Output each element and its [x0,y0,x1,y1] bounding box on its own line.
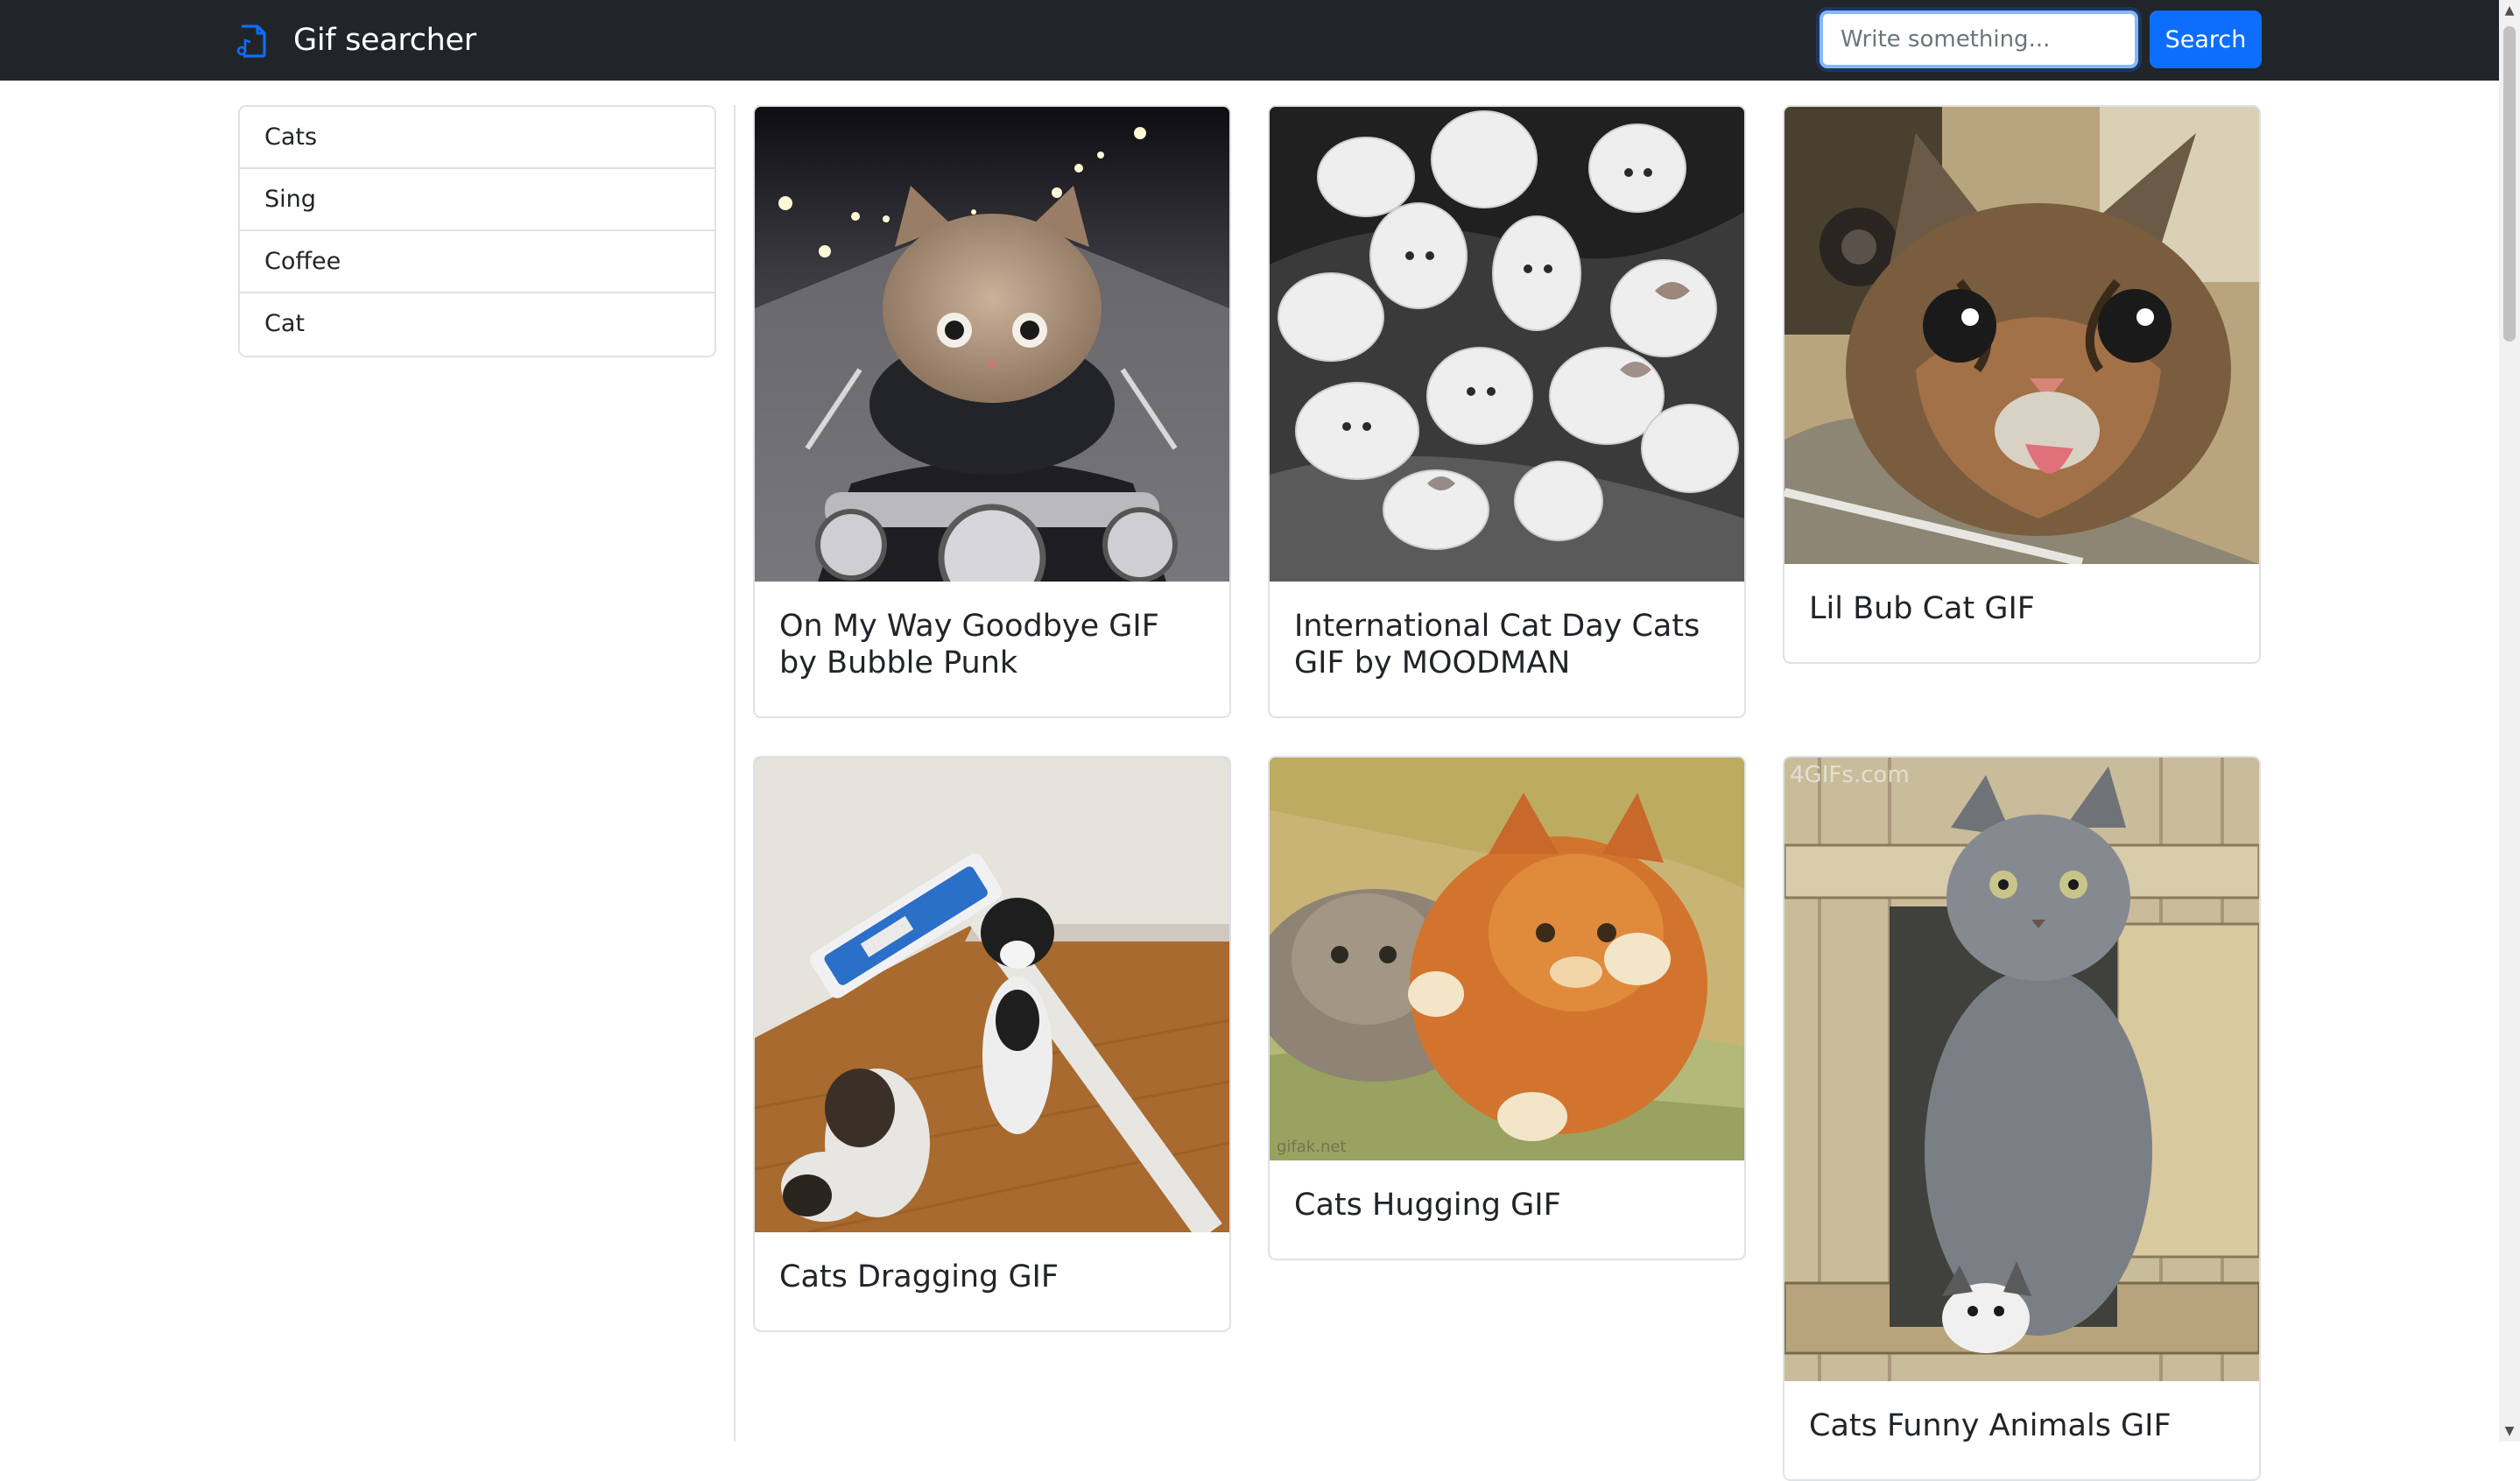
gif-image[interactable] [1270,107,1744,582]
gif-title: On My Way Goodbye GIF by Bubble Punk [779,609,1159,681]
gif-image[interactable] [755,107,1229,582]
scroll-thumb[interactable] [2503,26,2516,342]
app-title[interactable]: Gif searcher [293,19,476,61]
sidebar-item-coffee[interactable]: Coffee [240,231,714,293]
gif-title: Cats Funny Animals GIF [1809,1408,2172,1443]
gif-image[interactable]: gifak.net [1270,758,1744,1160]
gif-title: Cats Hugging GIF [1294,1188,1561,1223]
scrollbar[interactable]: ▲ ▼ [2499,0,2520,1442]
search-history-list: Cats Sing Coffee Cat [238,105,716,357]
gif-image[interactable] [1784,107,2259,564]
gif-card[interactable]: gifak.net Cats Hugging GIF [1268,756,1746,1260]
scroll-down-arrow-icon[interactable]: ▼ [2499,1421,2520,1442]
sidebar-item-cat[interactable]: Cat [240,293,714,356]
gif-card[interactable]: 4GIFs.com Cats Funny Animals GIF [1783,756,2261,1481]
gif-image[interactable]: 4GIFs.com [1784,758,2259,1381]
gif-card[interactable]: Lil Bub Cat GIF [1783,105,2261,664]
sidebar-item-cats[interactable]: Cats [240,107,714,169]
gif-watermark: 4GIFs.com [1790,762,1910,788]
gif-card[interactable]: Cats Dragging GIF [753,756,1231,1332]
gif-watermark: gifak.net [1277,1138,1346,1156]
search-input[interactable] [1820,11,2138,68]
gif-image[interactable] [755,758,1229,1232]
gif-card[interactable]: On My Way Goodbye GIF by Bubble Punk [753,105,1231,718]
music-note-file-icon[interactable] [236,25,268,58]
column-divider [734,105,736,1442]
gif-card[interactable]: International Cat Day Cats GIF by MOODMA… [1268,105,1746,718]
search-button[interactable]: Search [2150,11,2262,68]
scroll-up-arrow-icon[interactable]: ▲ [2499,0,2520,21]
sidebar-item-sing[interactable]: Sing [240,169,714,231]
navbar: Gif searcher Search [0,0,2499,81]
gif-title: Cats Dragging GIF [779,1259,1059,1294]
gif-title: International Cat Day Cats GIF by MOODMA… [1294,609,1700,681]
gif-title: Lil Bub Cat GIF [1809,591,2035,626]
